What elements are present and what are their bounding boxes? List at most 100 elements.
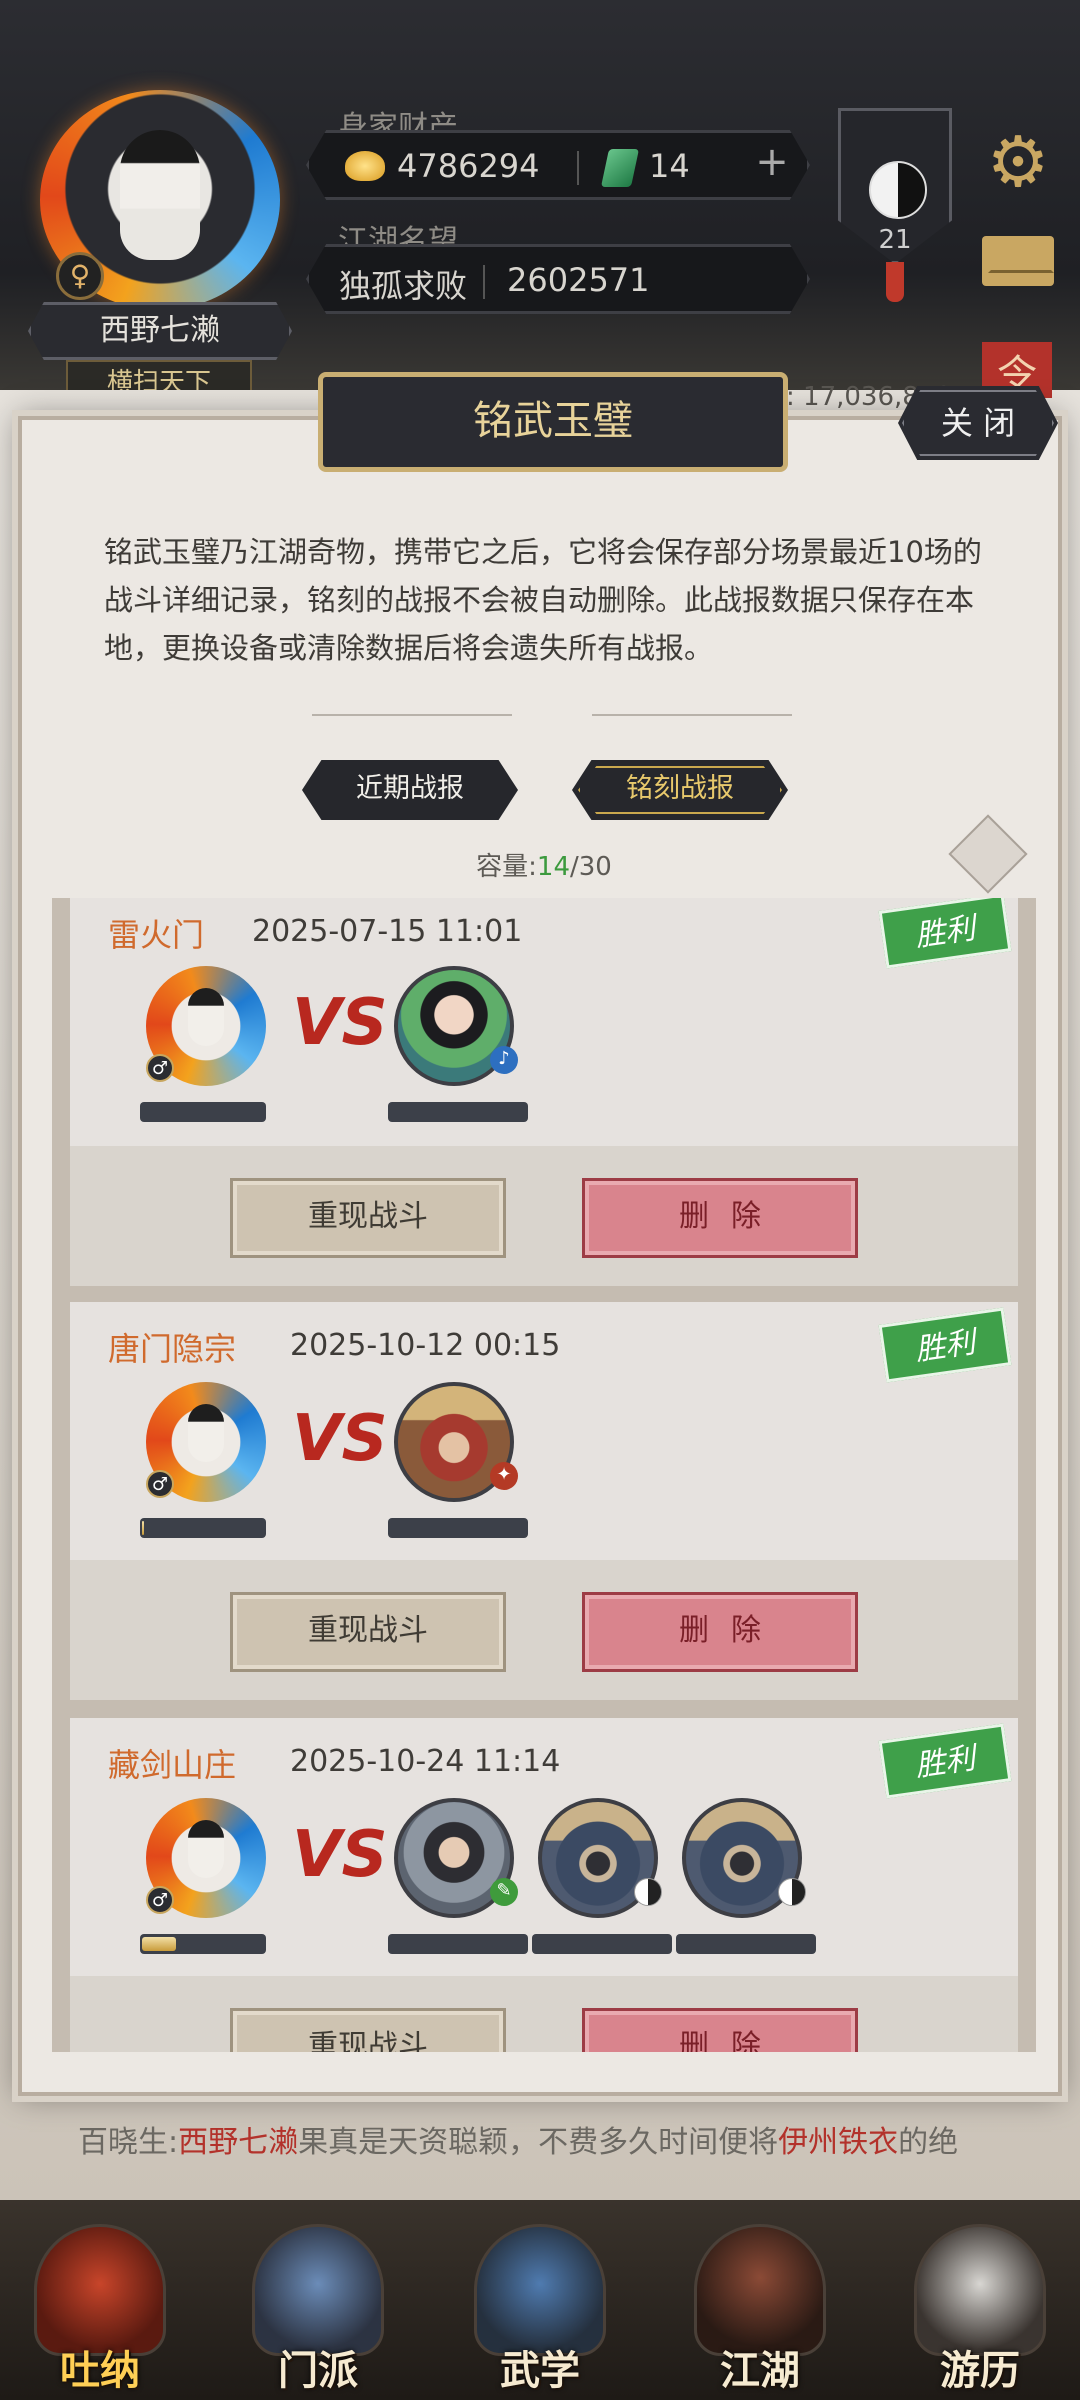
nav-jianghu[interactable]: 江湖 bbox=[680, 2220, 840, 2400]
male-icon: ♂ bbox=[146, 1054, 174, 1082]
player-header: ♀ 西野七濑 横扫天下 身家财产 4786294 14 + 江湖名望 独孤求败 … bbox=[0, 0, 1080, 406]
opponent-hp-bar bbox=[676, 1934, 816, 1954]
close-button[interactable]: 关 闭 bbox=[898, 386, 1058, 460]
taiji-level-badge[interactable]: 21 bbox=[838, 108, 952, 264]
vs-icon: VS bbox=[292, 1818, 388, 1892]
bottom-nav: 吐纳 门派 武学 江湖 游历 bbox=[0, 2200, 1080, 2400]
gear-icon[interactable]: ⚙ bbox=[982, 126, 1054, 198]
wealth-bar: 4786294 14 + bbox=[306, 130, 810, 200]
opponent-hp-bar bbox=[388, 1934, 528, 1954]
player-hp-bar bbox=[140, 1102, 266, 1122]
player-hp-fill bbox=[142, 1937, 176, 1951]
record-actions: 重现战斗 删除 bbox=[70, 1560, 1018, 1700]
replay-battle-button[interactable]: 重现战斗 bbox=[230, 1592, 506, 1672]
record-card: 雷火门 2025-07-15 11:01 胜利 ♂ VS ♪ 重现战斗 删除 bbox=[70, 898, 1018, 1286]
record-header: 唐门隐宗 2025-10-12 00:15 胜利 ♂ VS ✦ bbox=[70, 1302, 1018, 1560]
nav-travel[interactable]: 游历 bbox=[900, 2220, 1060, 2400]
taiji-level: 21 bbox=[878, 225, 912, 255]
active-tab-frame bbox=[578, 766, 782, 814]
player-hp-bar bbox=[140, 1518, 266, 1538]
nav-martial-arts[interactable]: 武学 bbox=[460, 2220, 620, 2400]
taiji-icon bbox=[869, 161, 927, 219]
player-hp-bar bbox=[140, 1934, 266, 1954]
replay-battle-button[interactable]: 重现战斗 bbox=[230, 1178, 506, 1258]
record-sect: 雷火门 bbox=[108, 916, 205, 954]
record-header: 雷火门 2025-07-15 11:01 胜利 ♂ VS ♪ bbox=[70, 898, 1018, 1146]
jade-value: 14 bbox=[649, 147, 690, 185]
modal-description: 铭武玉璧乃江湖奇物，携带它之后，它将会保存部分场景最近10场的战斗详细记录，铭刻… bbox=[104, 535, 982, 665]
victory-stamp: 胜利 bbox=[878, 1307, 1012, 1383]
story-name: 伊州铁衣 bbox=[778, 2125, 899, 2160]
nav-label: 江湖 bbox=[720, 2348, 800, 2394]
story-text: 果真是天资聪颖，不费多久时间便将 bbox=[298, 2125, 779, 2160]
fame-bar: 独孤求败 2602571 bbox=[306, 244, 810, 314]
vs-icon: VS bbox=[292, 986, 388, 1060]
fame-value: 2602571 bbox=[507, 261, 650, 299]
gold-value: 4786294 bbox=[397, 147, 540, 185]
nav-sect[interactable]: 门派 bbox=[238, 2220, 398, 2400]
capacity-label: 容量: bbox=[476, 852, 537, 882]
player-hp-fill bbox=[142, 1521, 144, 1535]
close-button-frame bbox=[902, 390, 1054, 456]
record-actions: 重现战斗 删除 bbox=[70, 1976, 1018, 2052]
avatar-portrait bbox=[120, 130, 200, 260]
sect-icon bbox=[252, 2224, 384, 2356]
story-name: 西野七濑 bbox=[178, 2125, 299, 2160]
fire-icon: ✦ bbox=[490, 1462, 518, 1490]
opponent-hp-bar bbox=[388, 1102, 528, 1122]
wood-icon: ✎ bbox=[490, 1878, 518, 1906]
breathing-icon bbox=[34, 2224, 166, 2356]
martial-arts-icon bbox=[474, 2224, 606, 2356]
nav-label: 门派 bbox=[278, 2348, 358, 2394]
delete-record-button[interactable]: 删除 bbox=[582, 1592, 858, 1672]
capacity-readout: 容量:14/30 bbox=[22, 846, 1066, 883]
victory-stamp: 胜利 bbox=[878, 898, 1012, 969]
male-icon: ♂ bbox=[146, 1470, 174, 1498]
gold-ingot-icon bbox=[345, 151, 385, 181]
jianghu-icon bbox=[694, 2224, 826, 2356]
record-card: 唐门隐宗 2025-10-12 00:15 胜利 ♂ VS ✦ 重现战斗 删除 bbox=[70, 1302, 1018, 1700]
record-date: 2025-10-12 00:15 bbox=[290, 1328, 561, 1363]
opponent-hp-bar bbox=[388, 1518, 528, 1538]
male-icon: ♂ bbox=[146, 1886, 174, 1914]
capacity-total: /30 bbox=[570, 852, 612, 882]
divider-decoration bbox=[312, 710, 792, 720]
victory-stamp: 胜利 bbox=[878, 1723, 1012, 1799]
record-list[interactable]: 雷火门 2025-07-15 11:01 胜利 ♂ VS ♪ 重现战斗 删除 唐… bbox=[52, 898, 1036, 2052]
nav-label: 武学 bbox=[500, 2348, 580, 2394]
water-icon: ♪ bbox=[490, 1046, 518, 1074]
tassel-decoration bbox=[886, 262, 904, 302]
add-currency-button[interactable]: + bbox=[749, 139, 795, 193]
female-icon: ♀ bbox=[56, 252, 104, 300]
record-sect: 藏剑山庄 bbox=[108, 1746, 237, 1784]
capacity-used: 14 bbox=[536, 852, 570, 882]
jade-icon bbox=[600, 149, 640, 187]
nav-label: 吐纳 bbox=[60, 2348, 140, 2394]
yinyang-icon bbox=[634, 1878, 662, 1906]
record-sect: 唐门隐宗 bbox=[108, 1330, 237, 1368]
record-card: 藏剑山庄 2025-10-24 11:14 胜利 ♂ VS ✎ 重现战斗 删除 bbox=[70, 1718, 1018, 2052]
tab-recent-reports[interactable]: 近期战报 bbox=[302, 760, 518, 820]
yinyang-icon bbox=[778, 1878, 806, 1906]
record-header: 藏剑山庄 2025-10-24 11:14 胜利 ♂ VS ✎ bbox=[70, 1718, 1018, 1976]
replay-battle-button[interactable]: 重现战斗 bbox=[230, 2008, 506, 2052]
modal-title: 铭武玉璧 bbox=[318, 372, 788, 472]
opponent-hp-bar bbox=[532, 1934, 672, 1954]
fame-rank: 独孤求败 bbox=[339, 267, 468, 305]
delete-record-button[interactable]: 删除 bbox=[582, 2008, 858, 2052]
battle-record-modal: 铭武玉璧 关 闭 铭武玉璧乃江湖奇物，携带它之后，它将会保存部分场景最近10场的… bbox=[18, 372, 1062, 2096]
record-date: 2025-07-15 11:01 bbox=[252, 914, 523, 949]
divider bbox=[577, 151, 579, 185]
record-actions: 重现战斗 删除 bbox=[70, 1146, 1018, 1286]
nav-breathing[interactable]: 吐纳 bbox=[20, 2220, 180, 2400]
player-name: 西野七濑 bbox=[28, 302, 292, 360]
travel-icon bbox=[914, 2224, 1046, 2356]
record-date: 2025-10-24 11:14 bbox=[290, 1744, 561, 1779]
mail-icon[interactable] bbox=[982, 236, 1054, 286]
divider bbox=[483, 265, 485, 299]
vs-icon: VS bbox=[292, 1402, 388, 1476]
story-text: 的绝 bbox=[898, 2125, 959, 2160]
delete-record-button[interactable]: 删除 bbox=[582, 1178, 858, 1258]
story-line: 百晓生:西野七濑果真是天资聪颖，不费多久时间便将伊州铁衣的绝 bbox=[78, 2116, 958, 2170]
story-speaker: 百晓生: bbox=[78, 2125, 179, 2160]
